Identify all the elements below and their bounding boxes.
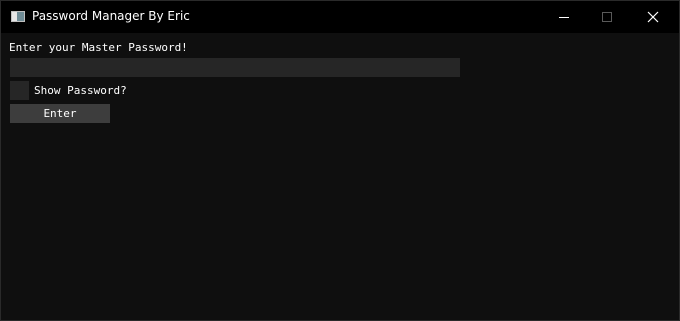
- main-content: Enter your Master Password! Show Passwor…: [1, 33, 679, 320]
- maximize-button[interactable]: [583, 1, 629, 33]
- window-title: Password Manager By Eric: [32, 9, 190, 23]
- master-password-prompt: Enter your Master Password!: [9, 41, 188, 54]
- show-password-checkbox[interactable]: [10, 81, 29, 100]
- title-bar[interactable]: Password Manager By Eric: [1, 1, 679, 33]
- maximize-icon: [602, 12, 612, 22]
- close-icon: [647, 11, 659, 23]
- enter-button[interactable]: Enter: [10, 104, 110, 123]
- app-window-icon: [11, 11, 25, 22]
- show-password-label[interactable]: Show Password?: [34, 84, 127, 97]
- minimize-icon: [559, 17, 569, 18]
- app-window: Password Manager By Eric Enter your Mast…: [0, 0, 680, 321]
- close-button[interactable]: [629, 1, 675, 33]
- minimize-button[interactable]: [541, 1, 587, 33]
- master-password-input[interactable]: [10, 58, 460, 77]
